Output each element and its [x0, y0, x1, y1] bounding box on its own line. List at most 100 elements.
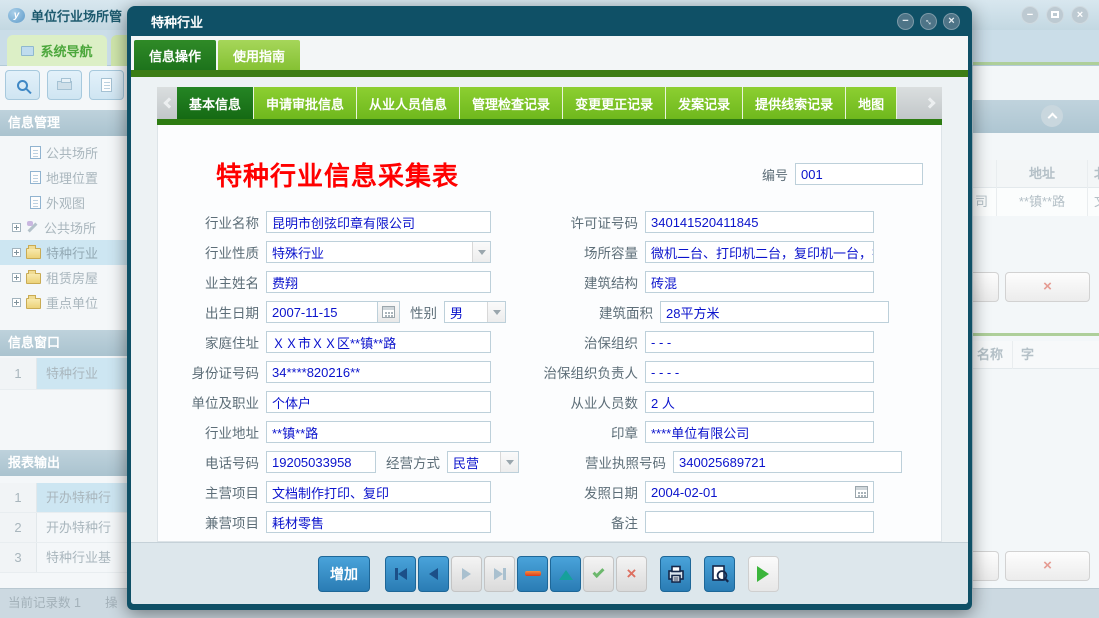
form-row: 行业名称 昆明市创弦印章有限公司 许可证号码 340141520411845 — [170, 207, 929, 237]
id-number-input[interactable]: 34****820216** — [266, 361, 491, 383]
print-button[interactable] — [660, 556, 691, 592]
expand-plus-icon[interactable] — [12, 298, 21, 307]
delete-record-button[interactable] — [517, 556, 548, 592]
unit-occupation-input[interactable]: 个体户 — [266, 391, 491, 413]
folder-icon — [26, 273, 41, 284]
row-number: 3 — [0, 543, 37, 572]
tab-employees[interactable]: 从业人员信息 — [357, 87, 460, 119]
seal-input[interactable]: ****单位有限公司 — [645, 421, 874, 443]
remark-input[interactable] — [645, 511, 874, 533]
chevron-down-icon[interactable] — [472, 242, 490, 262]
field-value: 民营 — [453, 453, 479, 472]
gender-select[interactable]: 男 — [444, 301, 506, 323]
tree-item-rental-house[interactable]: 租赁房屋 — [0, 265, 127, 290]
add-button[interactable]: 增加 — [318, 556, 370, 592]
tab-change-correct[interactable]: 变更更正记录 — [563, 87, 666, 119]
tab-manage-check[interactable]: 管理检查记录 — [460, 87, 563, 119]
capacity-input[interactable]: 微机二台、打印机二台，复印机一台，扫描仪一台 — [645, 241, 874, 263]
run-button[interactable] — [748, 556, 779, 592]
prev-record-button[interactable] — [418, 556, 449, 592]
partial-button[interactable] — [973, 272, 999, 302]
phone-number-input[interactable]: 19205033958 — [266, 451, 376, 473]
field-label: 经营方式 — [376, 452, 447, 472]
dialog-titlebar[interactable]: 特种行业 − ↔ × — [131, 6, 968, 36]
edit-record-button[interactable] — [550, 556, 581, 592]
tree-item-label: 特种行业 — [46, 243, 98, 262]
partial-button[interactable] — [973, 551, 999, 581]
delete-button[interactable]: × — [1005, 551, 1090, 581]
building-structure-input[interactable]: 砖混 — [645, 271, 874, 293]
chevron-down-icon[interactable] — [487, 302, 505, 322]
building-area-input[interactable]: 28平方米 — [660, 301, 889, 323]
tab-system-nav[interactable]: 系统导航 — [7, 35, 107, 66]
business-license-input[interactable]: 340025689721 — [673, 451, 902, 473]
next-record-button[interactable] — [451, 556, 482, 592]
document-button[interactable] — [89, 70, 124, 100]
license-number-input[interactable]: 340141520411845 — [645, 211, 874, 233]
tab-basic-info[interactable]: 基本信息 — [177, 87, 254, 119]
close-icon[interactable]: × — [943, 13, 960, 30]
tab-scroll-right[interactable] — [922, 87, 942, 119]
expand-plus-icon[interactable] — [12, 273, 21, 282]
maximize-icon[interactable]: ↔ — [920, 13, 937, 30]
owner-name-input[interactable]: 费翔 — [266, 271, 491, 293]
main-business-input[interactable]: 文档制作打印、复印 — [266, 481, 491, 503]
preview-icon — [710, 565, 730, 583]
table-row[interactable]: 司 **镇**路 文 — [973, 188, 1099, 216]
menu-tab-user-guide[interactable]: 使用指南 — [218, 40, 300, 70]
expand-plus-icon[interactable] — [12, 223, 21, 232]
delete-button[interactable]: × — [1005, 272, 1090, 302]
print-preview-button[interactable] — [704, 556, 735, 592]
tree-item-public-place[interactable]: 公共场所 — [0, 140, 127, 165]
side-business-input[interactable]: 耗材零售 — [266, 511, 491, 533]
triangle-right-icon — [494, 568, 503, 580]
last-record-button[interactable] — [484, 556, 515, 592]
report-row[interactable]: 1 开办特种行 — [0, 483, 127, 513]
tab-partial[interactable] — [111, 35, 127, 66]
report-row[interactable]: 2 开办特种行 — [0, 513, 127, 543]
tree-item-public-place-info[interactable]: 公共场所 — [0, 215, 127, 240]
birth-date-input[interactable]: 2007-11-15 — [266, 301, 378, 323]
calendar-icon[interactable] — [855, 486, 868, 498]
tree-item-exterior-view[interactable]: 外观图 — [0, 190, 127, 215]
minimize-icon[interactable]: − — [1021, 6, 1039, 24]
tab-map[interactable]: 地图 — [846, 87, 897, 119]
tab-clue-record[interactable]: 提供线索记录 — [743, 87, 846, 119]
confirm-button[interactable] — [583, 556, 614, 592]
security-org-input[interactable]: - - - — [645, 331, 874, 353]
expand-plus-icon[interactable] — [12, 248, 21, 257]
search-button[interactable] — [5, 70, 40, 100]
tree-item-geo-location[interactable]: 地理位置 — [0, 165, 127, 190]
home-address-input[interactable]: ＸＸ市ＸＸ区**镇**路 — [266, 331, 491, 353]
field-value: 34****820216** — [272, 365, 360, 380]
industry-type-select[interactable]: 特殊行业 — [266, 241, 491, 263]
chevron-down-icon[interactable] — [500, 452, 518, 472]
security-org-leader-input[interactable]: - - - - — [645, 361, 874, 383]
first-record-button[interactable] — [385, 556, 416, 592]
industry-address-input[interactable]: **镇**路 — [266, 421, 491, 443]
menu-tab-info-operate[interactable]: 信息操作 — [134, 40, 216, 70]
number-input[interactable]: 001 — [795, 163, 923, 185]
tree-item-key-unit[interactable]: 重点单位 — [0, 290, 127, 315]
restore-icon[interactable] — [1046, 6, 1064, 24]
report-row[interactable]: 3 特种行业基 — [0, 543, 127, 573]
close-icon[interactable]: × — [1071, 6, 1089, 24]
operation-mode-select[interactable]: 民营 — [447, 451, 519, 473]
minimize-icon[interactable]: − — [897, 13, 914, 30]
restore-square — [1051, 11, 1059, 18]
tab-apply-approve[interactable]: 申请审批信息 — [254, 87, 357, 119]
info-window-row[interactable]: 1 特种行业 — [0, 358, 127, 390]
field-value: 砖混 — [651, 273, 677, 292]
collapse-button[interactable] — [1041, 105, 1063, 127]
print-button[interactable] — [47, 70, 82, 100]
industry-name-input[interactable]: 昆明市创弦印章有限公司 — [266, 211, 491, 233]
tab-scroll-left[interactable] — [157, 87, 177, 119]
form-rows: 行业名称 昆明市创弦印章有限公司 许可证号码 340141520411845 行… — [170, 207, 929, 537]
employee-count-input[interactable]: 2 人 — [645, 391, 874, 413]
tab-case-record[interactable]: 发案记录 — [666, 87, 743, 119]
license-date-input[interactable]: 2004-02-01 — [645, 481, 874, 503]
cancel-button[interactable]: × — [616, 556, 647, 592]
calendar-button[interactable] — [378, 301, 400, 323]
tree-item-special-industry[interactable]: 特种行业 — [0, 240, 127, 265]
form-row: 业主姓名 费翔 建筑结构 砖混 — [170, 267, 929, 297]
